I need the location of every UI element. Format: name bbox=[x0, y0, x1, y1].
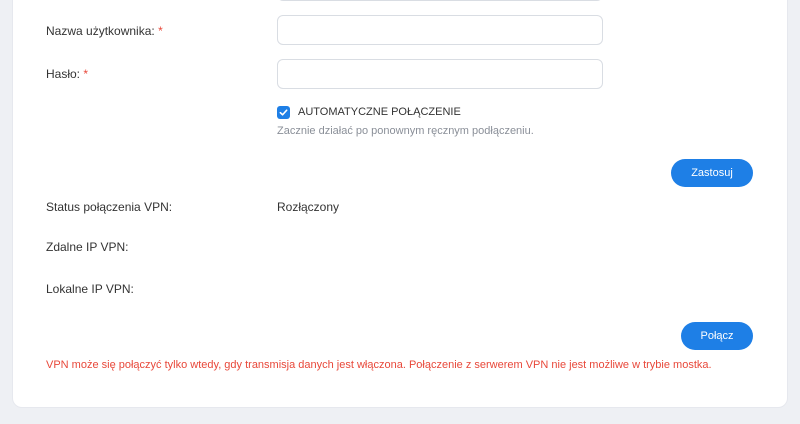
bridge-mode-warning: VPN może się połączyć tylko wtedy, gdy t… bbox=[46, 359, 712, 371]
local-ip-label: Lokalne IP VPN: bbox=[46, 282, 134, 296]
username-input[interactable] bbox=[277, 15, 603, 45]
password-label: Hasło: * bbox=[46, 67, 88, 81]
auto-connect-checkbox[interactable] bbox=[277, 106, 290, 119]
password-input[interactable] bbox=[277, 59, 603, 89]
remote-ip-label: Zdalne IP VPN: bbox=[46, 240, 129, 254]
checkmark-icon bbox=[279, 109, 288, 116]
username-label: Nazwa użytkownika: * bbox=[46, 24, 163, 38]
apply-button[interactable]: Zastosuj bbox=[671, 159, 753, 187]
auto-connect-hint: Zacznie działać po ponownym ręcznym podł… bbox=[277, 125, 534, 137]
auto-connect-label[interactable]: AUTOMATYCZNE POŁĄCZENIE bbox=[298, 106, 461, 118]
password-required-mark: * bbox=[83, 67, 89, 81]
vpn-settings-card: Nazwa użytkownika: * Hasło: * AUTOMATYCZ… bbox=[12, 0, 788, 408]
vpn-status-value: Rozłączony bbox=[277, 200, 340, 214]
previous-field-input[interactable] bbox=[277, 0, 603, 1]
username-label-text: Nazwa użytkownika: bbox=[46, 24, 155, 38]
vpn-status-label: Status połączenia VPN: bbox=[46, 200, 173, 214]
password-label-text: Hasło: bbox=[46, 67, 81, 81]
connect-button[interactable]: Połącz bbox=[681, 322, 753, 350]
username-required-mark: * bbox=[158, 24, 163, 38]
